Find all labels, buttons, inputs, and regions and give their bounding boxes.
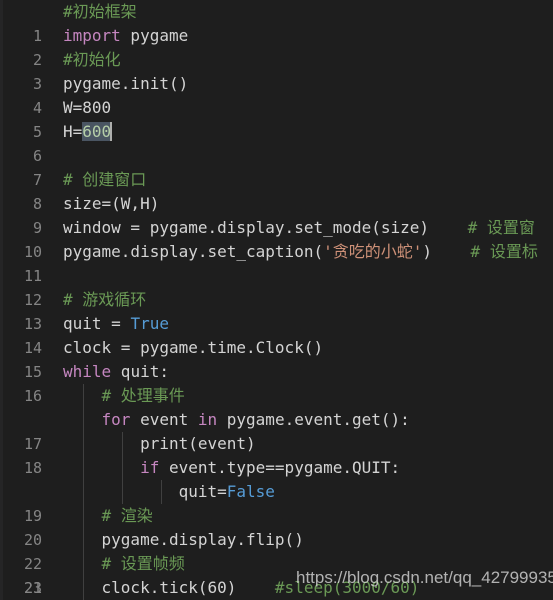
line-content[interactable]: print(event) [63, 432, 256, 456]
token-literal: True [130, 314, 169, 333]
line-content[interactable]: # 渲染 [63, 504, 153, 528]
token-comment: #sleep(3000/60) [274, 578, 420, 597]
line-content[interactable]: # 设置帧频 [63, 552, 185, 576]
line-content[interactable]: import pygame [63, 24, 188, 48]
code-editor[interactable]: 1 #初始框架 2 import pygame 3 #初始化 4 pygame.… [0, 0, 553, 600]
code-line[interactable]: 5 W=800 [0, 96, 553, 141]
code-line[interactable]: 4 pygame.init() [0, 72, 553, 117]
token-statement: window = pygame.display.set_mode(size) [63, 218, 430, 237]
line-content[interactable]: clock = pygame.time.Clock() [63, 336, 323, 360]
code-line[interactable]: 23 pygame.display.flip() [0, 528, 553, 597]
token-condition: event.type==pygame.QUIT: [159, 458, 401, 477]
code-line[interactable]: 21 quit=False [0, 480, 553, 597]
line-content[interactable]: pygame.init() [63, 72, 188, 96]
token-assignment: W=800 [63, 98, 112, 117]
token-comment: # 设置窗 [467, 218, 535, 237]
token-call: pygame.init() [63, 74, 189, 93]
token-keyword: while [63, 362, 112, 381]
line-content[interactable]: if event.type==pygame.QUIT: [63, 456, 400, 480]
code-line[interactable]: 18 for event in pygame.event.get(): [0, 408, 553, 477]
token-module: pygame [120, 26, 189, 45]
token-string: '贪吃的小蛇' [323, 242, 423, 261]
line-content[interactable]: clock.tick(60) #sleep(3000/60) [63, 576, 420, 600]
line-content[interactable]: # 处理事件 [63, 384, 185, 408]
code-line[interactable]: 20 if event.type==pygame.QUIT: [0, 456, 553, 549]
token-comment: # 游戏循环 [63, 290, 147, 309]
line-content[interactable]: for event in pygame.event.get(): [63, 408, 410, 432]
code-line[interactable]: 25 clock.tick(60) #sleep(3000/60) [0, 576, 553, 600]
code-line[interactable]: 24 # 设置帧频 [0, 552, 553, 576]
token-assignment: size=(W,H) [63, 194, 160, 213]
code-line[interactable]: 13 # 游戏循环 [0, 288, 553, 333]
line-content[interactable]: #初始框架 [63, 0, 137, 24]
token-keyword: import [63, 26, 121, 45]
token-iterable: pygame.event.get(): [217, 410, 410, 429]
code-line[interactable]: 8 # 创建窗口 [0, 168, 553, 213]
token-assignment: quit= [178, 482, 227, 501]
token-call: print(event) [140, 434, 256, 453]
text-cursor [110, 122, 113, 141]
token-paren: ) [422, 242, 433, 261]
code-line[interactable]: 9 size=(W,H) [0, 192, 553, 237]
line-content[interactable]: W=800 [63, 96, 111, 120]
token-comment: # 创建窗口 [63, 170, 147, 189]
code-line-empty[interactable]: 12 [0, 264, 553, 309]
token-comment: # 设置帧频 [101, 554, 185, 573]
code-line[interactable]: 3 #初始化 [0, 48, 553, 93]
token-statement: clock = pygame.time.Clock() [63, 338, 324, 357]
token-literal: False [226, 482, 275, 501]
token-call: pygame.display.set_caption( [63, 242, 324, 261]
token-keyword: if [140, 458, 160, 477]
code-lines-container[interactable]: 1 #初始框架 2 import pygame 3 #初始化 4 pygame.… [0, 0, 553, 600]
token-keyword: in [197, 410, 218, 429]
code-line[interactable]: 16 while quit: [0, 360, 553, 405]
code-line[interactable]: 11 pygame.display.set_caption('贪吃的小蛇') #… [0, 240, 553, 285]
code-line[interactable]: 15 clock = pygame.time.Clock() [0, 336, 553, 381]
code-line[interactable]: 10 window = pygame.display.set_mode(size… [0, 216, 553, 261]
token-keyword: for [101, 410, 131, 429]
token-comment: # 渲染 [101, 506, 153, 525]
token-variable: H= [63, 122, 83, 141]
line-content[interactable]: window = pygame.display.set_mode(size) #… [63, 216, 535, 240]
line-content[interactable]: pygame.display.flip() [63, 528, 304, 552]
code-line[interactable]: 1 #初始框架 [0, 0, 553, 45]
token-call: pygame.display.flip() [101, 530, 304, 549]
line-content[interactable]: # 创建窗口 [63, 168, 146, 192]
code-line[interactable]: 17 # 处理事件 [0, 384, 553, 453]
line-content[interactable]: size=(W,H) [63, 192, 159, 216]
code-line[interactable]: 14 quit = True [0, 312, 553, 357]
token-variable: event [130, 410, 198, 429]
line-content[interactable]: quit = True [63, 312, 169, 336]
token-comment: #初始框架 [63, 2, 137, 21]
token-comment: #初始化 [63, 50, 121, 69]
line-content[interactable]: while quit: [63, 360, 169, 384]
line-content[interactable]: pygame.display.set_caption('贪吃的小蛇') # 设置… [63, 240, 538, 264]
code-line[interactable]: 19 print(event) [0, 432, 553, 525]
token-call: clock.tick(60) [101, 578, 237, 597]
code-line-empty[interactable]: 7 [0, 144, 553, 189]
line-content[interactable]: # 游戏循环 [63, 288, 146, 312]
line-content[interactable]: #初始化 [63, 48, 121, 72]
token-condition: quit: [111, 362, 169, 381]
code-line[interactable]: 2 import pygame [0, 24, 553, 69]
token-comment: # 处理事件 [101, 386, 185, 405]
code-line[interactable]: 22 # 渲染 [0, 504, 553, 573]
line-content[interactable]: quit=False [63, 480, 275, 504]
token-comment: # 设置标 [470, 242, 538, 261]
line-content[interactable]: H=600 [63, 120, 113, 144]
token-assignment: quit = [63, 314, 131, 333]
selected-text[interactable]: 600 [82, 122, 112, 141]
code-line-selected[interactable]: 6 H=600 [0, 120, 553, 165]
